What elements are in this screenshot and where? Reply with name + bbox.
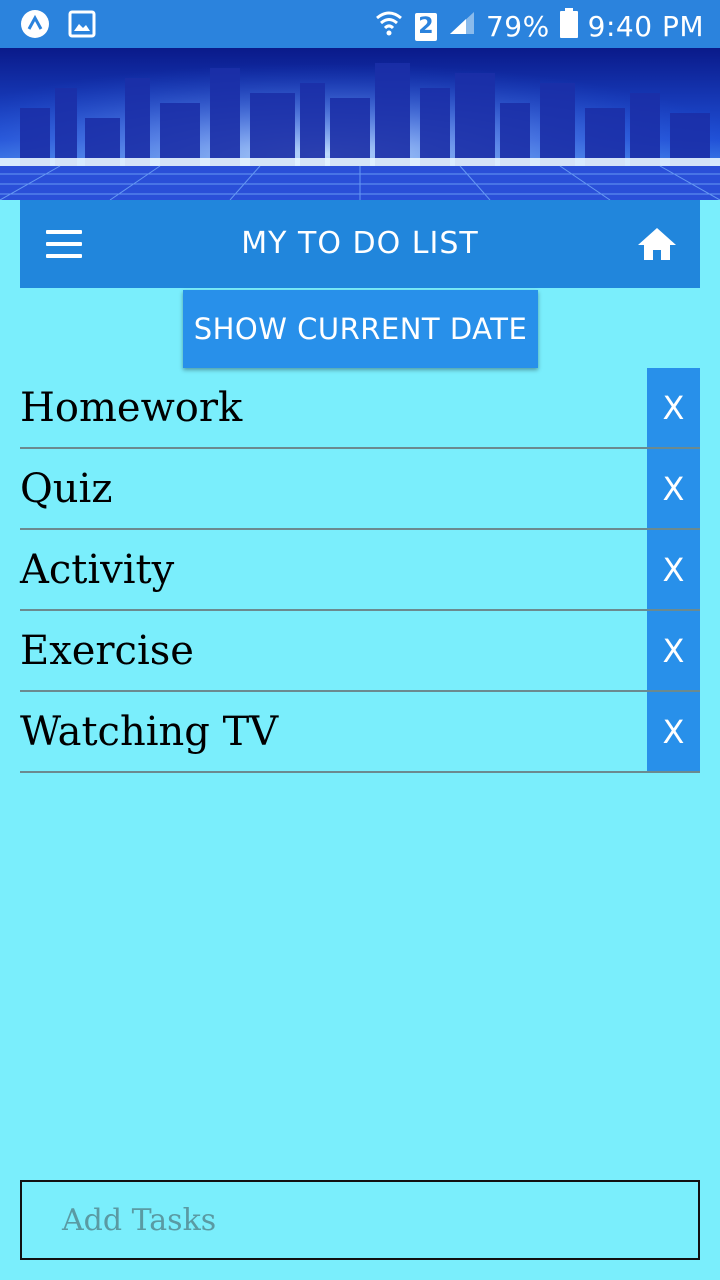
add-task-input[interactable] bbox=[20, 1180, 700, 1260]
delete-task-button[interactable]: X bbox=[647, 449, 700, 528]
show-current-date-button[interactable]: SHOW CURRENT DATE bbox=[183, 290, 538, 368]
list-item: Watching TV X bbox=[20, 692, 700, 773]
sim-slot-label: 2 bbox=[418, 13, 434, 39]
status-bar: 2 79% 9:40 PM bbox=[0, 0, 720, 48]
app-icon bbox=[20, 9, 50, 43]
task-label: Quiz bbox=[20, 466, 113, 512]
delete-task-button[interactable]: X bbox=[647, 530, 700, 609]
clock: 9:40 PM bbox=[587, 10, 704, 43]
list-item: Homework X bbox=[20, 368, 700, 449]
task-label: Homework bbox=[20, 385, 243, 431]
delete-task-button[interactable]: X bbox=[647, 368, 700, 447]
header-banner-image bbox=[0, 48, 720, 200]
delete-task-button[interactable]: X bbox=[647, 692, 700, 771]
battery-percent: 79% bbox=[485, 10, 550, 43]
task-label: Watching TV bbox=[20, 709, 279, 755]
wifi-icon bbox=[374, 8, 404, 45]
page-title: MY TO DO LIST bbox=[241, 226, 479, 261]
battery-icon bbox=[559, 8, 578, 45]
app-toolbar: MY TO DO LIST bbox=[20, 200, 700, 288]
delete-task-button[interactable]: X bbox=[647, 611, 700, 690]
signal-icon bbox=[448, 10, 476, 43]
list-item: Quiz X bbox=[20, 449, 700, 530]
task-label: Exercise bbox=[20, 628, 194, 674]
gallery-icon bbox=[68, 10, 96, 42]
list-item: Exercise X bbox=[20, 611, 700, 692]
list-item: Activity X bbox=[20, 530, 700, 611]
home-icon[interactable] bbox=[636, 226, 678, 262]
sim-icon: 2 bbox=[414, 12, 438, 42]
task-list: Homework X Quiz X Activity X Exercise X … bbox=[20, 368, 700, 773]
task-label: Activity bbox=[20, 547, 175, 593]
